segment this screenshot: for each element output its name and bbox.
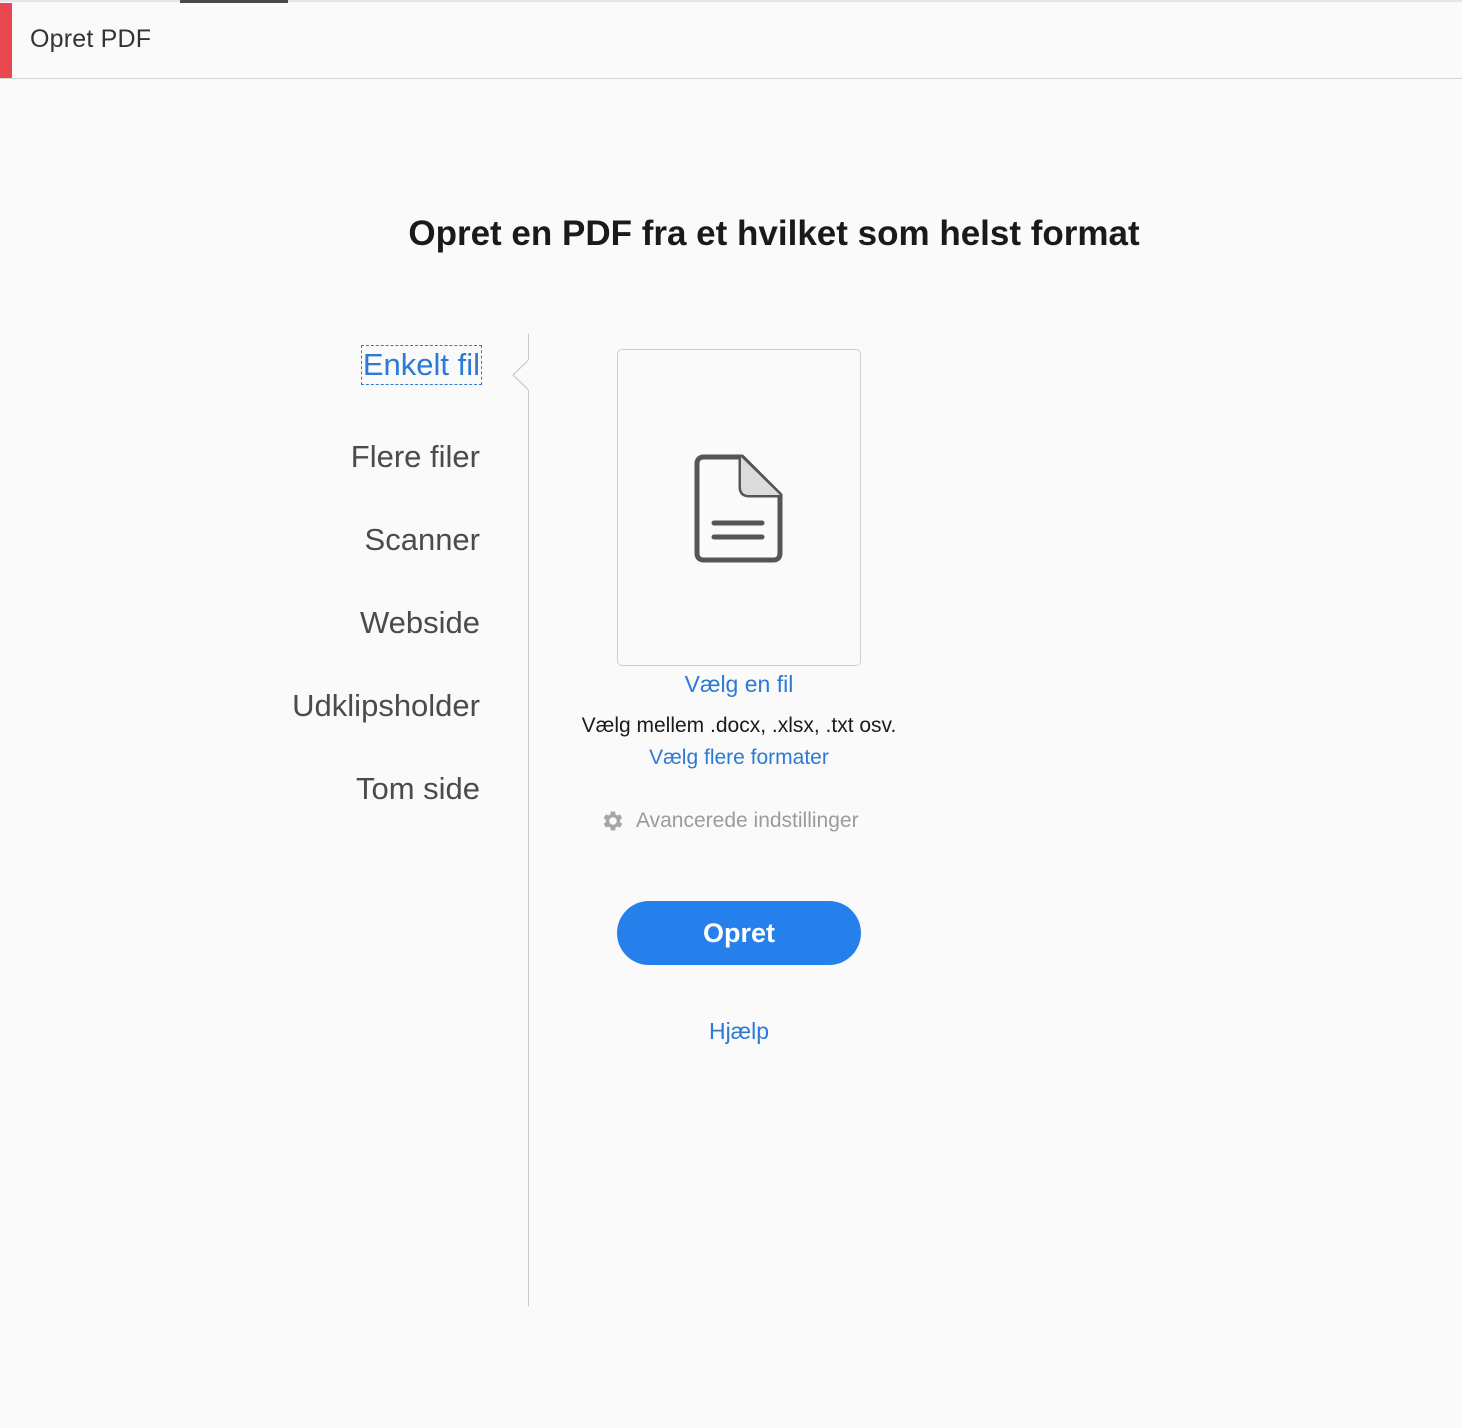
tool-header: Opret PDF xyxy=(0,3,1462,79)
create-button[interactable]: Opret xyxy=(617,901,861,965)
document-icon xyxy=(694,454,783,563)
tab-single-file[interactable]: Enkelt fil xyxy=(360,345,483,385)
supported-formats-text: Vælg mellem .docx, .xlsx, .txt osv. xyxy=(581,714,897,737)
tab-blank-page[interactable]: Tom side xyxy=(356,771,480,807)
create-pdf-page: Opret PDF Opret en PDF fra et hvilket so… xyxy=(0,0,1462,1428)
advanced-settings-button[interactable]: Avancerede indstillinger xyxy=(600,806,859,836)
more-formats-link[interactable]: Vælg flere formater xyxy=(540,746,938,770)
tab-webpage[interactable]: Webside xyxy=(360,605,480,641)
header-accent-bar xyxy=(0,3,12,78)
header-title: Opret PDF xyxy=(30,25,152,53)
active-tab-pointer xyxy=(512,360,530,390)
tab-scanner[interactable]: Scanner xyxy=(365,522,480,558)
gear-icon xyxy=(603,811,623,831)
tabs-divider xyxy=(528,334,529,1306)
advanced-settings-label: Avancerede indstillinger xyxy=(636,809,859,832)
help-link[interactable]: Hjælp xyxy=(617,1018,861,1045)
tab-clipboard[interactable]: Udklipsholder xyxy=(292,688,480,724)
tab-multiple-files[interactable]: Flere filer xyxy=(351,439,480,475)
page-title: Opret en PDF fra et hvilket som helst fo… xyxy=(408,214,1140,253)
choose-file-link[interactable]: Vælg en fil xyxy=(617,671,861,698)
